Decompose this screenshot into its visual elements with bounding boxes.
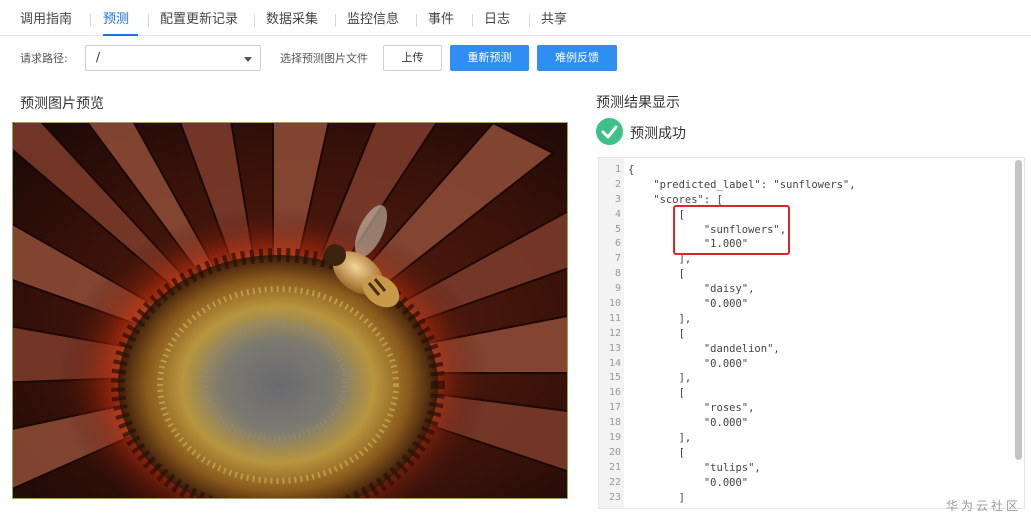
caret-down-icon (244, 57, 252, 62)
code-text: ], (628, 312, 692, 325)
code-line: 16 [ (599, 386, 1024, 401)
code-text: "tulips", (628, 461, 761, 474)
status-text: 预测成功 (630, 126, 686, 142)
repredict-button[interactable]: 重新预测 (450, 45, 529, 71)
line-number: 17 (608, 402, 621, 414)
code-line: 20 [ (599, 446, 1024, 461)
line-number: 7 (614, 253, 621, 265)
code-text: "0.000" (628, 476, 749, 489)
code-text: ], (628, 372, 692, 385)
code-text: [ (628, 268, 685, 281)
line-number: 22 (608, 476, 621, 488)
code-line: 15 ], (599, 371, 1024, 386)
upload-button[interactable]: 上传 (383, 45, 442, 71)
code-line: 12 [ (599, 327, 1024, 342)
code-text: "0.000" (628, 417, 749, 430)
line-number: 4 (614, 208, 621, 220)
code-text: [ (628, 387, 685, 400)
tab-share[interactable]: 共享 (541, 8, 567, 36)
line-number: 5 (614, 223, 621, 235)
watermark-text: 华为云社区 (946, 499, 1022, 513)
line-number: 8 (614, 268, 621, 280)
tab-divider (148, 14, 149, 27)
path-select[interactable]: / (85, 45, 261, 71)
line-number: 11 (608, 312, 621, 324)
path-label: 请求路径: (20, 52, 68, 65)
tab-divider (529, 14, 530, 27)
line-number: 6 (614, 238, 621, 250)
code-line: 13 "dandelion", (599, 342, 1024, 357)
code-line: 5 "sunflowers", (599, 223, 1024, 238)
code-line: 9 "daisy", (599, 282, 1024, 297)
code-line: 18 "0.000" (599, 416, 1024, 431)
code-text: { (628, 164, 635, 176)
line-number: 23 (608, 491, 621, 503)
code-text: [ (628, 446, 685, 459)
line-number: 1 (614, 164, 621, 175)
code-line: 19 ], (599, 431, 1024, 446)
line-number: 20 (608, 446, 621, 458)
code-line: 21 "tulips", (599, 461, 1024, 476)
tab-config-history[interactable]: 配置更新记录 (160, 8, 238, 36)
code-line: 6 "1.000" (599, 237, 1024, 252)
code-line: 11 ], (599, 312, 1024, 327)
code-text: ] (628, 491, 685, 504)
file-select-label: 选择预测图片文件 (280, 52, 368, 65)
hard-example-feedback-button[interactable]: 难例反馈 (537, 45, 617, 71)
code-line: 3 "scores": [ (599, 193, 1024, 208)
tab-divider (335, 14, 336, 27)
path-select-value: / (96, 50, 101, 64)
tab-guide[interactable]: 调用指南 (20, 8, 72, 36)
tab-bar: 调用指南 预测 配置更新记录 数据采集 监控信息 事件 日志 共享 (0, 0, 1031, 36)
code-text: "dandelion", (628, 342, 780, 355)
code-text: "0.000" (628, 357, 749, 370)
preview-image (12, 122, 568, 499)
tab-monitoring[interactable]: 监控信息 (347, 8, 399, 36)
highlight-box (673, 205, 790, 255)
line-number: 15 (608, 372, 621, 384)
tab-logs[interactable]: 日志 (484, 8, 510, 36)
line-number: 2 (614, 178, 621, 190)
tab-data-collection[interactable]: 数据采集 (266, 8, 318, 36)
line-number: 19 (608, 432, 621, 444)
line-number: 13 (608, 342, 621, 354)
code-line: 17 "roses", (599, 401, 1024, 416)
code-text: "daisy", (628, 283, 755, 296)
tab-events[interactable]: 事件 (428, 8, 454, 36)
tab-predict[interactable]: 预测 (103, 8, 138, 36)
preview-title: 预测图片预览 (20, 96, 104, 112)
check-circle-icon (596, 118, 623, 145)
tab-divider (416, 14, 417, 27)
line-number: 21 (608, 461, 621, 473)
code-line: 10 "0.000" (599, 297, 1024, 312)
line-number: 10 (608, 298, 621, 310)
line-number: 16 (608, 387, 621, 399)
code-text: "predicted_label": "sunflowers", (628, 178, 856, 191)
code-lines: 1{2 "predicted_label": "sunflowers", 3 "s… (599, 163, 1024, 505)
code-line: 2 "predicted_label": "sunflowers", (599, 178, 1024, 193)
vertical-scrollbar[interactable] (1015, 160, 1022, 460)
code-line: 7 ], (599, 252, 1024, 267)
tab-divider (90, 14, 91, 27)
code-line: 8 [ (599, 267, 1024, 282)
code-text: [ (628, 327, 685, 340)
code-line: 22 "0.000" (599, 476, 1024, 491)
line-number: 9 (614, 283, 621, 295)
result-json-viewer[interactable]: 1{2 "predicted_label": "sunflowers", 3 "s… (598, 157, 1025, 509)
result-title: 预测结果显示 (596, 95, 680, 111)
line-number: 3 (614, 193, 621, 205)
tab-divider (472, 14, 473, 27)
code-line: 4 [ (599, 208, 1024, 223)
code-text: "0.000" (628, 298, 749, 311)
code-line: 1{ (599, 163, 1024, 178)
sunflower-bee-image (13, 123, 567, 498)
line-number: 18 (608, 417, 621, 429)
line-number: 12 (608, 327, 621, 339)
code-text: "roses", (628, 402, 755, 415)
code-text: ], (628, 432, 692, 445)
code-line: 14 "0.000" (599, 357, 1024, 372)
line-number: 14 (608, 357, 621, 369)
tab-divider (254, 14, 255, 27)
